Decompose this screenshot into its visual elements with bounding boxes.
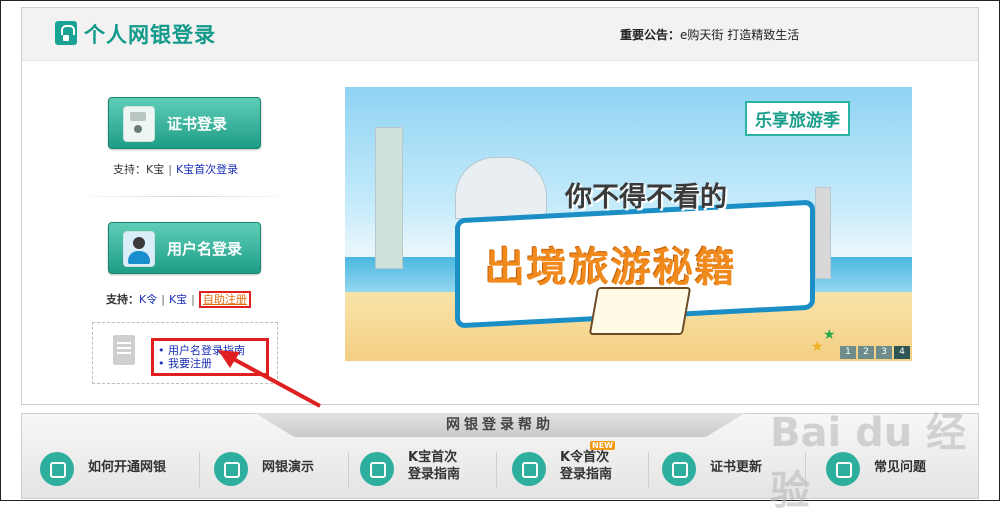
kbao-first-login-link[interactable]: K宝首次登录 bbox=[176, 163, 238, 176]
cert-login-button[interactable]: 证书登录 bbox=[108, 97, 261, 149]
help-bar: 网银登录帮助 如何开通网银 网银演示 K宝首次登录指南 K令首次登录指南 NEW… bbox=[21, 413, 979, 499]
help-separator bbox=[496, 452, 497, 488]
question-icon bbox=[360, 452, 394, 486]
promo-banner[interactable]: 乐享旅游季 你不得不看的 出境旅游秘籍 ★ ★ 1 2 3 4 bbox=[345, 87, 912, 361]
help-label-line2: 登录指南 bbox=[560, 467, 613, 482]
document-icon bbox=[113, 335, 135, 365]
cert-support-line: 支持：K宝 | K宝首次登录 bbox=[113, 163, 239, 176]
username-login-button[interactable]: 用户名登录 bbox=[108, 222, 261, 274]
help-label: 常见问题 bbox=[874, 460, 927, 475]
help-label: 证书更新 bbox=[710, 460, 763, 475]
new-badge: NEW bbox=[590, 441, 615, 450]
statue-of-liberty-icon bbox=[375, 127, 403, 269]
token-icon bbox=[512, 452, 546, 486]
cert-login-label: 证书登录 bbox=[167, 115, 228, 133]
key-icon bbox=[40, 452, 74, 486]
help-label-line2: 登录指南 bbox=[408, 467, 461, 482]
help-label: 网银演示 bbox=[262, 460, 315, 475]
star-icon: ★ bbox=[811, 339, 824, 355]
help-label-line1: K令首次 bbox=[560, 450, 610, 465]
top-bar: 个人网银登录 重要公告：e购天街 打造精致生活 bbox=[22, 8, 978, 61]
banner-pager: 1 2 3 4 bbox=[838, 346, 910, 359]
notice-label: 重要公告： bbox=[620, 28, 681, 42]
pager-4[interactable]: 4 bbox=[894, 346, 910, 359]
kbao-link[interactable]: K宝 bbox=[169, 293, 187, 306]
banner-tag: 乐享旅游季 bbox=[745, 101, 850, 136]
support-label: 支持： bbox=[113, 163, 146, 176]
help-separator bbox=[199, 452, 200, 488]
usb-key-icon bbox=[123, 106, 155, 142]
faq-icon bbox=[826, 452, 860, 486]
help-label: 如何开通网银 bbox=[88, 460, 167, 475]
lock-icon bbox=[55, 21, 77, 45]
pager-2[interactable]: 2 bbox=[858, 346, 874, 359]
help-separator bbox=[648, 452, 649, 488]
username-login-label: 用户名登录 bbox=[167, 240, 243, 258]
help-separator bbox=[348, 452, 349, 488]
support-label: 支持： bbox=[106, 293, 139, 306]
banner-headline: 出境旅游秘籍 bbox=[485, 245, 737, 291]
star-icon: ★ bbox=[823, 327, 836, 343]
help-separator bbox=[805, 452, 806, 488]
open-book-icon bbox=[588, 287, 692, 335]
monitor-icon bbox=[214, 452, 248, 486]
banner-subtitle: 你不得不看的 bbox=[565, 182, 727, 213]
divider bbox=[74, 196, 296, 197]
certificate-icon bbox=[662, 452, 696, 486]
notice-link[interactable]: e购天街 打造精致生活 bbox=[680, 28, 799, 42]
pager-1[interactable]: 1 bbox=[840, 346, 856, 359]
help-label-line1: K宝首次 bbox=[408, 450, 458, 465]
help-title: 网银登录帮助 bbox=[255, 413, 745, 437]
page-title: 个人网银登录 bbox=[84, 23, 216, 47]
eiffel-tower-icon bbox=[815, 187, 831, 279]
notice-bar: 重要公告：e购天街 打造精致生活 bbox=[620, 26, 799, 43]
support-kbao: K宝 bbox=[146, 163, 165, 176]
self-register-link[interactable]: 自助注册 bbox=[198, 291, 251, 308]
login-panel: 个人网银登录 重要公告：e购天街 打造精致生活 证书登录 支持：K宝 | K宝首次登… bbox=[21, 7, 979, 408]
red-arrow-annotation bbox=[218, 350, 321, 408]
user-avatar-icon bbox=[123, 231, 155, 267]
kling-link[interactable]: K令 bbox=[139, 293, 157, 306]
help-label: K令首次登录指南 bbox=[560, 449, 612, 483]
pager-3[interactable]: 3 bbox=[876, 346, 892, 359]
user-support-line: 支持：K令 | K宝 | 自助注册 bbox=[106, 291, 251, 308]
help-label: K宝首次登录指南 bbox=[408, 449, 460, 483]
colosseum-icon bbox=[455, 157, 547, 219]
